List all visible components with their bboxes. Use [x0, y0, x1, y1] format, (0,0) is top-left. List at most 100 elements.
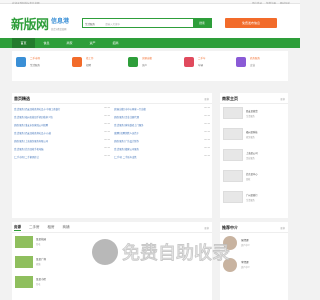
shop-item[interactable]: 福州某科技 商务服务	[223, 128, 275, 144]
category-sub: 企业	[250, 64, 256, 67]
property-thumbnail	[15, 236, 33, 248]
category-icon	[236, 57, 246, 67]
more-link[interactable]: 更多	[204, 226, 209, 230]
watermark: 免费自助收录	[92, 238, 300, 268]
more-link[interactable]: 更多	[280, 97, 285, 101]
panel-header: 推荐中介 更多	[220, 222, 288, 233]
list-item-title: [招聘] 招聘销售人员若干	[114, 133, 139, 135]
category-box: 二手市场 生活服务 找工作 招聘 房屋出租 房产 二手车 车辆 商务服务 企业	[12, 51, 288, 81]
category-item[interactable]: 房屋出租 房产	[128, 55, 178, 77]
tab-second-hand[interactable]: 二手房	[29, 225, 40, 231]
nav-item-assets[interactable]: 资产	[81, 38, 104, 48]
list-item-date: 08-10	[204, 131, 210, 133]
more-link[interactable]: 更多	[280, 226, 285, 230]
shop-name: 西安某商贸	[246, 111, 258, 113]
nav-item-info[interactable]: 信息	[35, 38, 58, 48]
list-item[interactable]: [商务服务] 企业注册代理 08-10	[114, 115, 210, 119]
shop-item[interactable]: 上海某公司 企业服务	[223, 149, 275, 165]
shop-category: 回收	[246, 179, 251, 181]
list-item[interactable]: [生活服务] 搬家公司服务 08-10	[114, 147, 210, 151]
publish-button[interactable]: 免费发布信息	[225, 18, 277, 28]
list-item[interactable]: [生活服务] 西安回收商场礼品卡 中国工商银行 08-10	[14, 107, 110, 111]
main-nav: 首页 信息 商家 资产 招商	[0, 38, 300, 48]
shops-panel: 商家主页 更多 西安某商贸 生活服务 福州某科技 商务服务 上海某公司 企业服务 北京某中心…	[220, 93, 288, 218]
tab-houses[interactable]: 房源	[14, 225, 21, 231]
logo-slogan: 综合分类信息网	[51, 29, 67, 31]
list-item-date: 08-10	[104, 131, 110, 133]
category-icon	[72, 57, 82, 67]
list-item[interactable]: [生活服务] 北京回收手机电脑 08-10	[14, 147, 110, 151]
list-item[interactable]: [生活服务] 福州卖掉旧手机回收多少钱 08-10	[14, 115, 110, 119]
shop-thumbnail	[223, 128, 243, 140]
search-button[interactable]: 搜索	[193, 19, 211, 27]
list-item-date: 08-10	[204, 115, 210, 117]
shop-item[interactable]: 北京某中心 回收	[223, 170, 275, 186]
list-item-date: 08-10	[204, 107, 210, 109]
shop-name: 北京某中心	[246, 174, 258, 176]
property-type: 住宅	[36, 284, 41, 286]
list-item[interactable]: [生活服务] 西安回收商场礼品卡 价格 08-10	[14, 131, 110, 135]
shop-name: 广州某商行	[246, 195, 258, 197]
category-item[interactable]: 二手车 车辆	[184, 55, 234, 77]
list-item[interactable]: [生活服务] 家电维修上门服务 08-10	[114, 123, 210, 127]
shop-category: 商务服务	[246, 137, 255, 139]
category-sub: 生活服务	[30, 64, 41, 67]
nav-item-invest[interactable]: 招商	[104, 38, 127, 48]
latest-panel: 首页精选 更多 [生活服务] 西安回收商场礼品卡 中国工商银行 08-10 [生活服…	[12, 93, 212, 218]
shop-item[interactable]: 广州某商行 生活服务	[223, 191, 275, 207]
list-item-title: [二手车] 二手轿车出售	[114, 157, 137, 159]
list-item-title: [房屋出租] 市中心两室一厅出租	[114, 109, 146, 111]
nav-item-shops[interactable]: 商家	[58, 38, 81, 48]
list-item[interactable]: [商务服务] 淮安市区家政公司招聘 08-10	[14, 123, 110, 127]
list-item-title: [生活服务] 北京回收手机电脑	[14, 149, 44, 151]
list-item[interactable]: [二手车] 二手轿车出售 08-10	[114, 155, 210, 159]
list-item[interactable]: [二手市场] 二手家具转让 08-10	[14, 155, 110, 159]
list-item-title: [二手市场] 二手家具转让	[14, 157, 39, 159]
category-sub: 招聘	[86, 64, 92, 67]
logo-main-text: 新版网	[11, 18, 49, 33]
list-item[interactable]: [房屋出租] 市中心两室一厅出租 08-10	[114, 107, 210, 111]
list-item-date: 08-10	[104, 115, 110, 117]
category-title: 二手车	[198, 57, 206, 60]
nav-item-home[interactable]: 首页	[12, 38, 35, 48]
category-title: 商务服务	[250, 57, 261, 60]
list-item-title: [生活服务] 西安回收商场礼品卡 价格	[14, 133, 52, 135]
list-item-title: [生活服务] 家电维修上门服务	[114, 125, 144, 127]
shop-name: 上海某公司	[246, 153, 258, 155]
search-bar: 生活服务 请输入关键字 搜索	[82, 18, 212, 28]
list-item-date: 08-10	[104, 107, 110, 109]
property-name: 某某广场	[36, 258, 47, 261]
panel-header: 首页精选 更多	[12, 93, 212, 104]
property-type: 商铺	[36, 264, 41, 266]
panel-header: 房源 二手房 租房 商铺 更多	[12, 222, 212, 233]
watermark-text: 免费自助收录	[122, 243, 230, 264]
site-logo[interactable]: 新版网 信息港 综合分类信息网	[11, 18, 71, 34]
list-item-title: [商务服务] 上海商务服务有限公司	[14, 141, 49, 143]
list-item-title: [生活服务] 西安回收商场礼品卡 中国工商银行	[14, 109, 61, 111]
category-item[interactable]: 二手市场 生活服务	[16, 55, 66, 77]
more-link[interactable]: 更多	[204, 97, 209, 101]
shop-thumbnail	[223, 170, 243, 182]
list-item-date: 08-10	[204, 147, 210, 149]
property-item[interactable]: 某某广场 商铺	[15, 256, 75, 272]
property-item[interactable]: 某某小区 住宅	[15, 276, 75, 292]
tab-rent[interactable]: 租房	[48, 225, 55, 231]
category-item[interactable]: 商务服务 企业	[236, 55, 286, 77]
shop-thumbnail	[223, 191, 243, 203]
watermark-logo-icon	[92, 239, 118, 265]
shop-category: 企业服务	[246, 158, 255, 160]
list-item[interactable]: [商务服务] 上海商务服务有限公司 08-10	[14, 139, 110, 143]
search-input[interactable]: 请输入关键字	[105, 22, 120, 26]
list-item-date: 08-10	[104, 139, 110, 141]
property-item[interactable]: 某某花园 住宅	[15, 236, 75, 252]
shop-thumbnail	[223, 107, 243, 119]
shop-name: 福州某科技	[246, 132, 258, 134]
shop-item[interactable]: 西安某商贸 生活服务	[223, 107, 275, 123]
category-item[interactable]: 找工作 招聘	[72, 55, 122, 77]
list-item[interactable]: [商务服务] 广告设计制作 08-10	[114, 139, 210, 143]
category-sub: 车辆	[198, 64, 204, 67]
shop-thumbnail	[223, 149, 243, 161]
list-item[interactable]: [招聘] 招聘销售人员若干 08-10	[114, 131, 210, 135]
panel-title: 首页精选	[14, 96, 30, 101]
tab-shops[interactable]: 商铺	[63, 225, 70, 231]
